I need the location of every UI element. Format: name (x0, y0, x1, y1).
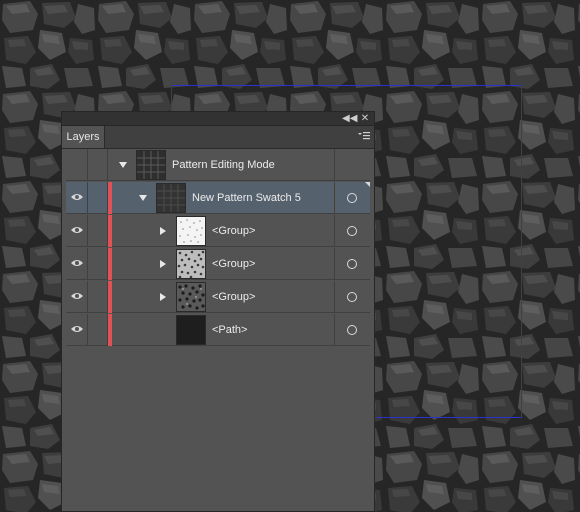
visibility-toggle[interactable] (66, 248, 88, 280)
layer-name[interactable]: New Pattern Swatch 5 (192, 182, 301, 214)
expand-triangle-icon[interactable] (160, 260, 166, 268)
visibility-toggle[interactable] (66, 149, 88, 181)
layer-thumbnail (176, 315, 206, 345)
layer-row[interactable]: <Group> (66, 281, 370, 313)
layer-color-bar (108, 281, 112, 313)
layer-name[interactable]: <Path> (212, 314, 247, 346)
collapse-arrows-icon[interactable]: ◀◀ (342, 112, 357, 125)
target-column[interactable] (334, 149, 370, 181)
visibility-toggle[interactable] (66, 281, 88, 313)
panel-tabbar: Layers (62, 126, 374, 149)
layer-thumbnail (176, 282, 206, 312)
layer-color-bar (108, 215, 112, 247)
layer-color-bar (108, 314, 112, 346)
expand-triangle-icon[interactable] (160, 293, 166, 301)
selection-indicator-icon (365, 182, 370, 187)
layer-thumbnail (176, 216, 206, 246)
visibility-toggle[interactable] (66, 215, 88, 247)
target-column[interactable] (334, 215, 370, 247)
layer-row-selected[interactable]: New Pattern Swatch 5 (66, 182, 370, 214)
target-circle-icon[interactable] (347, 259, 357, 269)
layer-color-bar (108, 182, 112, 214)
eye-icon (71, 227, 83, 233)
layer-thumbnail (176, 249, 206, 279)
expand-triangle-icon[interactable] (160, 227, 166, 235)
target-circle-icon[interactable] (347, 193, 357, 203)
target-column[interactable] (334, 182, 370, 214)
close-icon[interactable]: ✕ (358, 112, 372, 125)
layer-row[interactable]: <Path> (66, 314, 370, 346)
layers-panel: ◀◀ ✕ Layers Pattern Editing Mode New Pat… (61, 111, 375, 512)
layer-row[interactable]: <Group> (66, 248, 370, 280)
target-circle-icon[interactable] (347, 325, 357, 335)
layers-list: Pattern Editing Mode New Pattern Swatch … (66, 149, 372, 509)
eye-icon (71, 260, 83, 266)
visibility-toggle[interactable] (66, 182, 88, 214)
lock-toggle[interactable] (88, 248, 108, 280)
eye-icon (71, 326, 83, 332)
expand-triangle-icon[interactable] (139, 195, 147, 201)
target-column[interactable] (334, 281, 370, 313)
layer-thumbnail (136, 150, 166, 180)
target-circle-icon[interactable] (347, 226, 357, 236)
lock-toggle[interactable] (88, 314, 108, 346)
tab-layers[interactable]: Layers (62, 126, 105, 148)
target-column[interactable] (334, 314, 370, 346)
lock-toggle[interactable] (88, 215, 108, 247)
eye-icon (71, 194, 83, 200)
target-circle-icon[interactable] (347, 292, 357, 302)
expand-triangle-icon[interactable] (119, 162, 127, 168)
layer-color-bar (108, 248, 112, 280)
panel-titlebar[interactable]: ◀◀ ✕ (62, 112, 374, 126)
eye-icon (71, 293, 83, 299)
target-column[interactable] (334, 248, 370, 280)
lock-toggle[interactable] (88, 149, 108, 181)
layer-name[interactable]: <Group> (212, 215, 255, 247)
layer-name[interactable]: <Group> (212, 281, 255, 313)
layer-name[interactable]: Pattern Editing Mode (172, 149, 275, 181)
layer-name[interactable]: <Group> (212, 248, 255, 280)
layer-row[interactable]: Pattern Editing Mode (66, 149, 370, 181)
layer-thumbnail (156, 183, 186, 213)
lock-toggle[interactable] (88, 281, 108, 313)
visibility-toggle[interactable] (66, 314, 88, 346)
lock-toggle[interactable] (88, 182, 108, 214)
layer-row[interactable]: <Group> (66, 215, 370, 247)
panel-menu-icon[interactable] (358, 131, 370, 143)
